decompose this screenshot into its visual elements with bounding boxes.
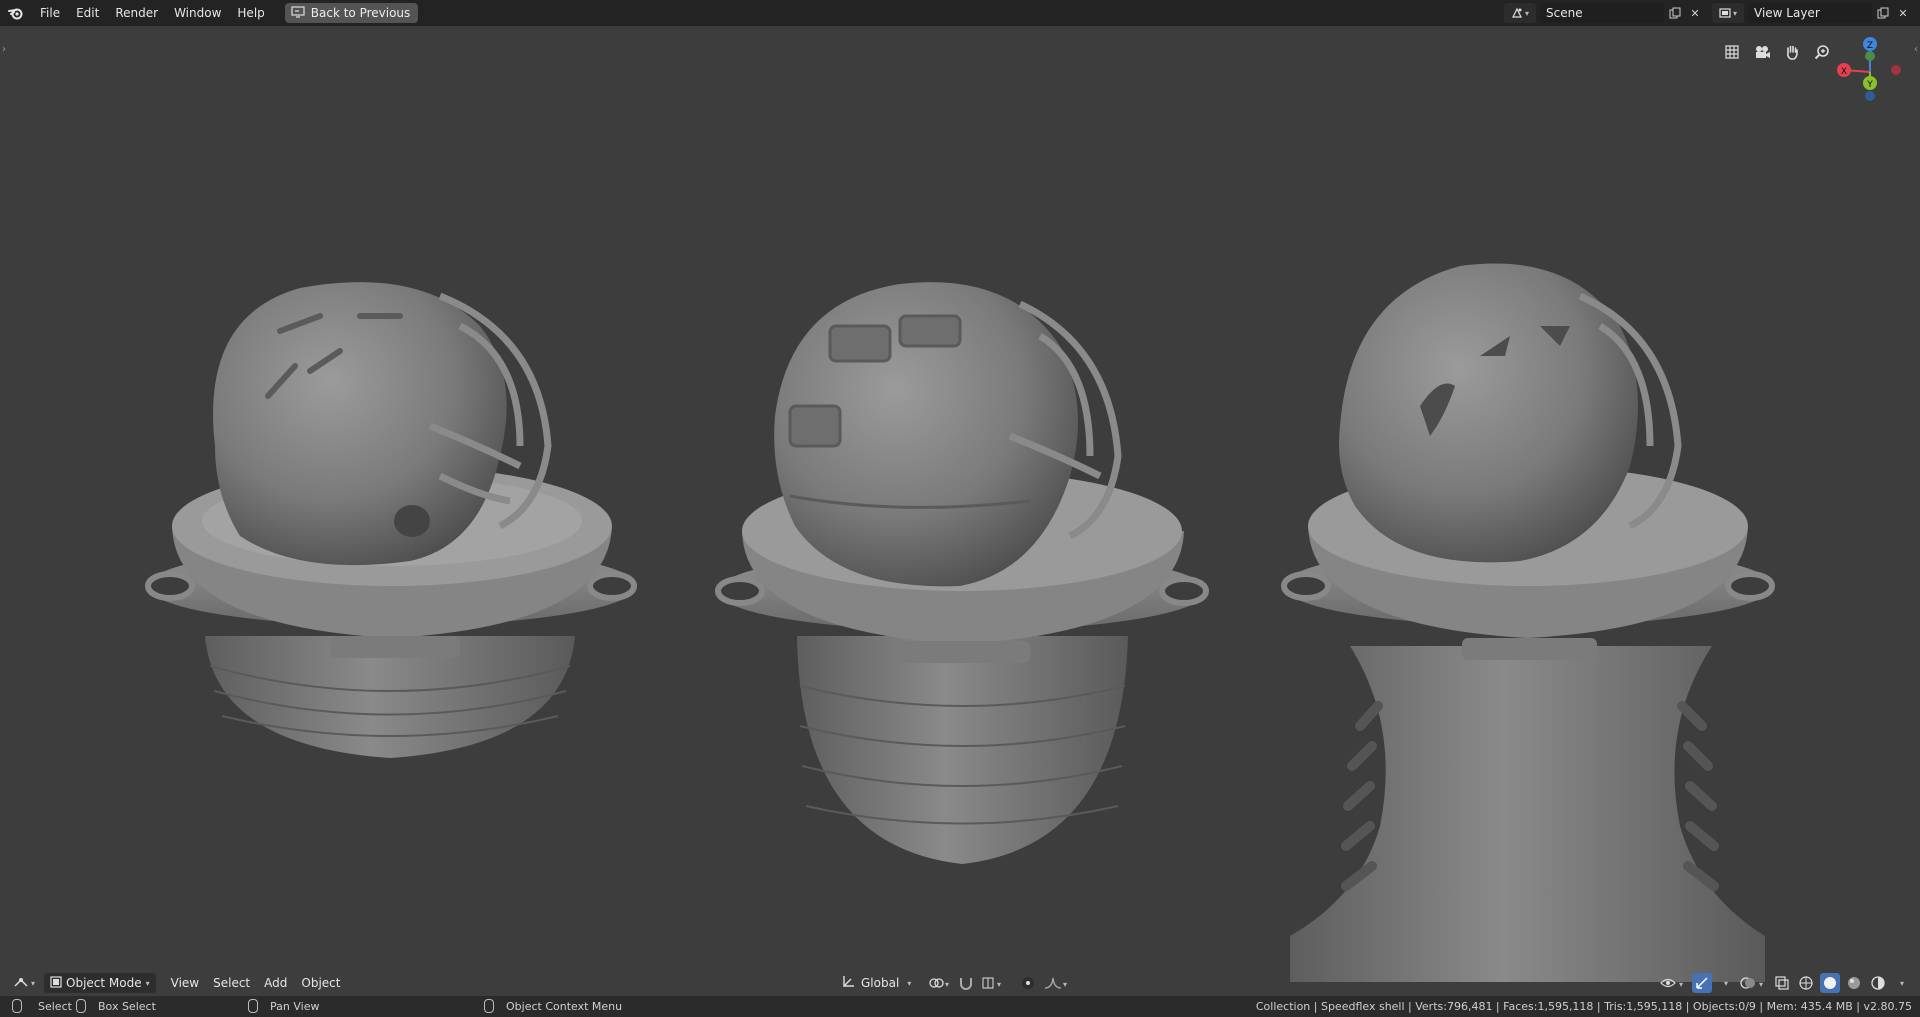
back-to-previous-label: Back to Previous: [310, 6, 411, 20]
view-layer-selector: ▾ View Layer ✕: [1712, 0, 1912, 26]
svg-text:▾: ▾: [1759, 980, 1763, 989]
view-layer-icon[interactable]: ▾: [1712, 3, 1744, 23]
mode-dropdown[interactable]: Object Mode ▾: [44, 973, 156, 993]
scene-statistics: Collection | Speedflex shell | Verts:796…: [1255, 1000, 1912, 1013]
gizmo-options-icon[interactable]: ▾: [1716, 973, 1736, 993]
scene-render: [145, 263, 1775, 983]
menu-view[interactable]: View: [166, 973, 204, 993]
gizmo-toggle-icon[interactable]: [1692, 973, 1712, 993]
menu-file[interactable]: File: [32, 0, 68, 26]
scene-name-field[interactable]: Scene: [1540, 3, 1664, 23]
snap-target-icon[interactable]: ▾: [982, 973, 1006, 993]
menu-render[interactable]: Render: [107, 0, 166, 26]
mouse-middle-icon: [248, 999, 258, 1013]
mouse-left-icon: [12, 999, 22, 1013]
status-pan-view: Pan View: [248, 999, 319, 1013]
orientation-label: Global: [861, 976, 900, 990]
scene-icon[interactable]: ▾: [1504, 3, 1536, 23]
editor-type-icon[interactable]: ▾: [8, 973, 40, 993]
back-to-previous-button[interactable]: Back to Previous: [284, 3, 419, 23]
svg-text:▾: ▾: [1063, 980, 1067, 989]
menu-object[interactable]: Object: [296, 973, 345, 993]
status-context-menu: Object Context Menu: [484, 999, 622, 1013]
camera-icon[interactable]: [1750, 40, 1774, 64]
3d-viewport[interactable]: › ‹ Z X Y: [0, 26, 1920, 982]
helmet-stand-2[interactable]: [715, 282, 1209, 864]
chevron-down-icon: ▾: [31, 978, 36, 988]
copy-scene-icon[interactable]: [1666, 3, 1684, 23]
hand-pan-icon[interactable]: [1780, 40, 1804, 64]
mouse-drag-icon: [76, 999, 86, 1013]
status-box-select: Box Select: [76, 999, 156, 1013]
top-bar: File Edit Render Window Help Back to Pre…: [0, 0, 1920, 26]
overlays-icon[interactable]: ▾: [1740, 973, 1768, 993]
status-select-label: Select: [38, 999, 72, 1013]
rendered-shading-icon[interactable]: [1868, 973, 1888, 993]
menu-add[interactable]: Add: [259, 973, 292, 993]
view-layer-name-field[interactable]: View Layer: [1748, 3, 1872, 23]
chevron-down-icon: ▾: [145, 978, 150, 988]
svg-text:▾: ▾: [997, 980, 1001, 989]
helmet-stand-3[interactable]: [1281, 263, 1775, 983]
grid-icon[interactable]: [1720, 40, 1744, 64]
solid-shading-icon[interactable]: [1820, 973, 1840, 993]
shading-options-icon[interactable]: ▾: [1892, 973, 1912, 993]
chevron-down-icon: ▾: [1732, 8, 1737, 18]
mode-label: Object Mode: [66, 976, 142, 990]
close-view-layer-icon[interactable]: ✕: [1894, 3, 1912, 23]
visibility-icon[interactable]: ▾: [1660, 973, 1688, 993]
viewport-nav-tools: [1720, 40, 1834, 64]
status-pan-view-label: Pan View: [270, 999, 320, 1013]
menu-select[interactable]: Select: [208, 973, 255, 993]
pivot-point-icon[interactable]: ▾: [928, 973, 950, 993]
svg-text:▾: ▾: [945, 980, 949, 989]
object-mode-icon: [50, 975, 62, 991]
status-context-menu-label: Object Context Menu: [506, 999, 623, 1013]
axis-gizmo[interactable]: Z X Y: [1830, 32, 1910, 112]
chevron-down-icon: ▾: [907, 978, 912, 988]
orientation-icon: [841, 975, 855, 992]
gizmo-y-label: Y: [1866, 80, 1873, 90]
snap-icon[interactable]: [956, 973, 976, 993]
menu-help[interactable]: Help: [229, 0, 272, 26]
viewport-header: ▾ Object Mode ▾ View Select Add Object G…: [0, 970, 1920, 996]
gizmo-z-label: Z: [1867, 41, 1873, 51]
shading-tools: ▾ ▾ ▾ ▾: [1660, 973, 1912, 993]
status-select: Select: [12, 999, 72, 1013]
scene-selector: ▾ Scene ✕: [1504, 0, 1704, 26]
screen-icon: [291, 5, 305, 21]
blender-logo-icon[interactable]: [0, 0, 32, 26]
svg-text:▾: ▾: [1679, 980, 1683, 989]
proportional-editing-icon[interactable]: [1018, 973, 1038, 993]
status-bar: Select Box Select Pan View Object Contex…: [0, 996, 1920, 1017]
xray-icon[interactable]: [1772, 973, 1792, 993]
copy-view-layer-icon[interactable]: [1874, 3, 1892, 23]
menu-window[interactable]: Window: [166, 0, 229, 26]
material-shading-icon[interactable]: [1844, 973, 1864, 993]
menu-edit[interactable]: Edit: [68, 0, 107, 26]
close-scene-icon[interactable]: ✕: [1686, 3, 1704, 23]
mouse-right-icon: [484, 999, 494, 1013]
status-box-select-label: Box Select: [98, 999, 156, 1013]
falloff-icon[interactable]: ▾: [1044, 973, 1070, 993]
gizmo-x-label: X: [1841, 67, 1847, 77]
chevron-down-icon: ▾: [1524, 8, 1529, 18]
wireframe-shading-icon[interactable]: [1796, 973, 1816, 993]
helmet-stand-1[interactable]: [145, 282, 637, 758]
transform-orientation-dropdown[interactable]: Global ▾: [836, 973, 916, 993]
transform-tools: Global ▾ ▾ ▾ ▾: [836, 973, 1070, 993]
